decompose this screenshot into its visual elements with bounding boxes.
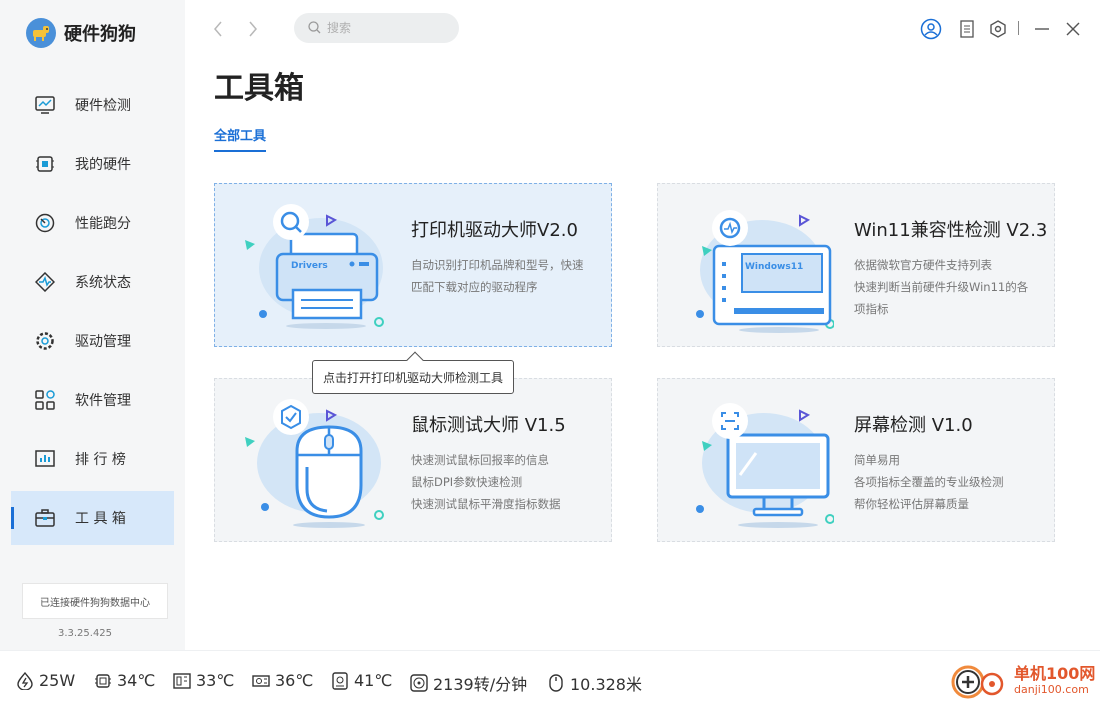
connection-status: 已连接硬件狗狗数据中心 xyxy=(22,583,168,619)
tool-card-screen-test[interactable]: 屏幕检测 V1.0 简单易用 各项指标全覆盖的专业级检测 帮你轻松评估屏幕质量 xyxy=(657,378,1055,542)
tool-desc-line: 依据微软官方硬件支持列表 xyxy=(854,258,992,272)
dog-logo-icon xyxy=(26,18,56,48)
user-icon[interactable] xyxy=(919,17,943,41)
back-arrow-icon[interactable] xyxy=(208,18,228,40)
power-value: 25W xyxy=(39,671,76,690)
sidebar-item-label: 系统状态 xyxy=(75,275,131,291)
gpu-icon xyxy=(252,672,270,690)
printer-illustration: Drivers xyxy=(241,198,391,336)
tool-desc-line: 快速判断当前硬件升级Win11的各 xyxy=(854,280,1029,294)
watermark-line1: 单机100网 xyxy=(1014,663,1096,683)
sidebar-item-software-management[interactable]: 软件管理 xyxy=(11,373,174,427)
status-bar: 25W 34℃ 33℃ 36℃ 41℃ 2139转/分钟 10.328米 xyxy=(0,650,1100,709)
tool-title: 鼠标测试大师 V1.5 xyxy=(411,415,566,436)
sidebar-item-label: 软件管理 xyxy=(75,393,131,409)
tool-card-printer-driver[interactable]: Drivers 打印机驱动大师V2.0 自动识别打印机品牌和型号，快速 匹配下载… xyxy=(214,183,612,347)
disk-temp-stat: 41℃ xyxy=(331,671,392,690)
tooltip: 点击打开打印机驱动大师检测工具 xyxy=(312,360,515,394)
gear-icon xyxy=(35,331,55,351)
sidebar-item-label: 工 具 箱 xyxy=(75,511,126,527)
tool-card-mouse-test[interactable]: 鼠标测试大师 V1.5 快速测试鼠标回报率的信息 鼠标DPI参数快速检测 快速测… xyxy=(214,378,612,542)
sidebar-item-label: 排 行 榜 xyxy=(75,452,126,468)
tool-description: 简单易用 各项指标全覆盖的专业级检测 帮你轻松评估屏幕质量 xyxy=(854,449,1046,515)
ranking-icon xyxy=(35,449,55,469)
fan-speed-stat: 2139转/分钟 xyxy=(410,671,527,695)
pulse-icon xyxy=(35,272,55,292)
windows11-label: Windows11 xyxy=(745,262,803,272)
power-icon xyxy=(16,671,34,690)
disk-icon xyxy=(331,671,349,690)
minimize-icon[interactable] xyxy=(1030,17,1054,41)
tool-desc-line: 项指标 xyxy=(854,302,889,316)
sidebar-item-label: 性能跑分 xyxy=(75,216,131,232)
apps-grid-icon xyxy=(35,390,55,410)
app-version: 3.3.25.425 xyxy=(57,628,113,639)
cpu-temp-stat: 34℃ xyxy=(94,671,155,690)
tool-description: 快速测试鼠标回报率的信息 鼠标DPI参数快速检测 快速测试鼠标平滑度指标数据 xyxy=(411,449,603,515)
drivers-label: Drivers xyxy=(291,261,328,271)
gpu-temp-stat: 36℃ xyxy=(252,671,313,690)
motherboard-temp-value: 33℃ xyxy=(196,671,235,690)
sidebar-item-toolbox[interactable]: 工 具 箱 xyxy=(11,491,174,545)
tool-description: 自动识别打印机品牌和型号，快速 匹配下载对应的驱动程序 xyxy=(411,254,603,298)
cpu-temp-value: 34℃ xyxy=(117,671,156,690)
search-input[interactable] xyxy=(327,21,447,35)
sidebar-item-system-status[interactable]: 系统状态 xyxy=(11,255,174,309)
toolbar-divider xyxy=(1018,21,1019,35)
sidebar-item-hardware-detect[interactable]: 硬件检测 xyxy=(11,78,174,132)
tool-title: 打印机驱动大师V2.0 xyxy=(411,220,578,241)
fan-speed-value: 2139转/分钟 xyxy=(433,675,528,694)
win11-illustration: Windows11 xyxy=(684,198,835,336)
forward-arrow-icon[interactable] xyxy=(243,18,263,40)
screen-illustration xyxy=(684,393,835,531)
sidebar: 硬件狗狗 硬件检测 我的硬件 性能跑分 系统状态 驱动管理 软件管理 排 行 榜… xyxy=(0,0,185,650)
monitor-chart-icon xyxy=(35,95,55,115)
fan-icon xyxy=(410,674,428,692)
toolbox-icon xyxy=(35,508,55,528)
search-box[interactable] xyxy=(294,13,459,43)
tool-desc-line: 帮你轻松评估屏幕质量 xyxy=(854,497,969,511)
sidebar-item-ranking[interactable]: 排 行 榜 xyxy=(11,432,174,486)
power-stat: 25W xyxy=(16,671,75,690)
motherboard-icon xyxy=(173,672,191,690)
tool-title: 屏幕检测 V1.0 xyxy=(854,415,973,436)
sidebar-item-label: 驱动管理 xyxy=(75,334,131,350)
tool-title: Win11兼容性检测 V2.3 xyxy=(854,220,1048,241)
sidebar-item-benchmark[interactable]: 性能跑分 xyxy=(11,196,174,250)
sidebar-item-my-hardware[interactable]: 我的硬件 xyxy=(11,137,174,191)
gpu-temp-value: 36℃ xyxy=(275,671,314,690)
tool-desc-line: 各项指标全覆盖的专业级检测 xyxy=(854,475,1004,489)
tab-all-tools[interactable]: 全部工具 xyxy=(214,125,267,152)
tool-card-win11-check[interactable]: Windows11 Win11兼容性检测 V2.3 依据微软官方硬件支持列表 快… xyxy=(657,183,1055,347)
watermark-line2: danji100.com xyxy=(1014,682,1089,696)
tool-desc-line: 简单易用 xyxy=(854,453,900,467)
mouse-icon xyxy=(547,674,565,692)
mouse-distance-value: 10.328米 xyxy=(570,675,642,694)
tool-desc-line: 快速测试鼠标回报率的信息 xyxy=(411,453,549,467)
notes-icon[interactable] xyxy=(955,17,979,41)
tool-description: 依据微软官方硬件支持列表 快速判断当前硬件升级Win11的各 项指标 xyxy=(854,254,1046,320)
sidebar-item-label: 硬件检测 xyxy=(75,98,131,114)
app-logo: 硬件狗狗 xyxy=(26,18,136,48)
chip-icon xyxy=(35,154,55,174)
settings-icon[interactable] xyxy=(986,17,1010,41)
mouse-illustration xyxy=(241,393,391,531)
watermark-logo-icon xyxy=(951,665,1004,699)
page-title: 工具箱 xyxy=(214,71,304,106)
sidebar-item-label: 我的硬件 xyxy=(75,157,131,173)
tool-desc-line: 匹配下载对应的驱动程序 xyxy=(411,280,538,294)
search-icon xyxy=(308,19,321,38)
site-watermark: 单机100网 danji100.com xyxy=(950,660,1095,700)
tool-desc-line: 快速测试鼠标平滑度指标数据 xyxy=(411,497,561,511)
app-name: 硬件狗狗 xyxy=(64,24,136,45)
tool-desc-line: 鼠标DPI参数快速检测 xyxy=(411,475,523,489)
cpu-icon xyxy=(94,672,112,690)
disk-temp-value: 41℃ xyxy=(354,671,393,690)
tool-desc-line: 自动识别打印机品牌和型号，快速 xyxy=(411,258,584,272)
sidebar-item-driver-management[interactable]: 驱动管理 xyxy=(11,314,174,368)
speedometer-icon xyxy=(35,213,55,233)
motherboard-temp-stat: 33℃ xyxy=(173,671,234,690)
mouse-distance-stat: 10.328米 xyxy=(547,671,642,695)
close-icon[interactable] xyxy=(1061,17,1085,41)
